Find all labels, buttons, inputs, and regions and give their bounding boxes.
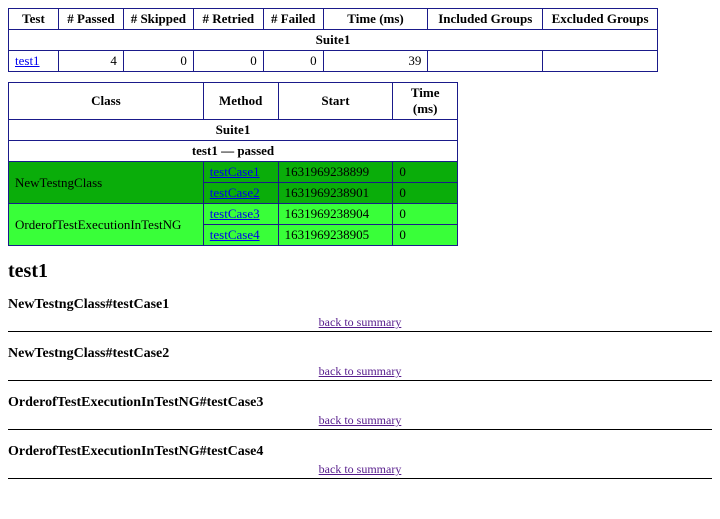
summary-time: 39 — [323, 51, 428, 72]
separator — [8, 429, 712, 430]
cell-start: 1631969238901 — [278, 183, 393, 204]
separator — [8, 478, 712, 479]
back-to-summary-link[interactable]: back to summary — [319, 462, 402, 476]
details-title: test1 — [8, 260, 712, 283]
cell-time: 0 — [393, 204, 458, 225]
col-failed: # Failed — [263, 9, 323, 30]
cell-start: 1631969238899 — [278, 162, 393, 183]
cell-method: testCase3 — [203, 204, 278, 225]
summary-test-link[interactable]: test1 — [15, 53, 40, 68]
case-title: NewTestngClass#testCase2 — [8, 346, 712, 362]
col-time: Time (ms) — [323, 9, 428, 30]
cell-method: testCase1 — [203, 162, 278, 183]
cell-time: 0 — [393, 162, 458, 183]
detail-suite-row: Suite1 — [9, 120, 458, 141]
col-test: Test — [9, 9, 59, 30]
case-title: OrderofTestExecutionInTestNG#testCase3 — [8, 395, 712, 411]
table-row: OrderofTestExecutionInTestNGtestCase3163… — [9, 204, 458, 225]
summary-table: Test # Passed # Skipped # Retried # Fail… — [8, 8, 658, 72]
back-row: back to summary — [8, 364, 712, 379]
cell-start: 1631969238905 — [278, 225, 393, 246]
col-class: Class — [9, 83, 204, 120]
col-included: Included Groups — [428, 9, 543, 30]
detail-suite-label: Suite1 — [9, 120, 458, 141]
back-row: back to summary — [8, 413, 712, 428]
cell-time: 0 — [393, 225, 458, 246]
method-link[interactable]: testCase2 — [210, 185, 260, 200]
cell-class: NewTestngClass — [9, 162, 204, 204]
summary-suite-row: Suite1 — [9, 30, 658, 51]
summary-failed: 0 — [263, 51, 323, 72]
detail-table: Class Method Start Time (ms) Suite1 test… — [8, 82, 458, 246]
col-method: Method — [203, 83, 278, 120]
back-to-summary-link[interactable]: back to summary — [319, 413, 402, 427]
summary-header-row: Test # Passed # Skipped # Retried # Fail… — [9, 9, 658, 30]
cell-start: 1631969238904 — [278, 204, 393, 225]
back-to-summary-link[interactable]: back to summary — [319, 315, 402, 329]
summary-data-row: test1 4 0 0 0 39 — [9, 51, 658, 72]
detail-header-row: Class Method Start Time (ms) — [9, 83, 458, 120]
cell-class: OrderofTestExecutionInTestNG — [9, 204, 204, 246]
cell-time: 0 — [393, 183, 458, 204]
cell-method: testCase4 — [203, 225, 278, 246]
summary-suite-label: Suite1 — [9, 30, 658, 51]
summary-excluded — [543, 51, 658, 72]
detail-status-row: test1 — passed — [9, 141, 458, 162]
summary-included — [428, 51, 543, 72]
col-excluded: Excluded Groups — [543, 9, 658, 30]
back-to-summary-link[interactable]: back to summary — [319, 364, 402, 378]
case-title: NewTestngClass#testCase1 — [8, 297, 712, 313]
separator — [8, 380, 712, 381]
col-skipped: # Skipped — [123, 9, 193, 30]
method-link[interactable]: testCase3 — [210, 206, 260, 221]
summary-retried: 0 — [193, 51, 263, 72]
separator — [8, 331, 712, 332]
case-title: OrderofTestExecutionInTestNG#testCase4 — [8, 444, 712, 460]
detail-status-label: test1 — passed — [9, 141, 458, 162]
col-retried: # Retried — [193, 9, 263, 30]
table-row: NewTestngClasstestCase116319692388990 — [9, 162, 458, 183]
col-passed: # Passed — [58, 9, 123, 30]
col-dtime: Time (ms) — [393, 83, 458, 120]
back-row: back to summary — [8, 462, 712, 477]
summary-passed: 4 — [58, 51, 123, 72]
summary-skipped: 0 — [123, 51, 193, 72]
method-link[interactable]: testCase4 — [210, 227, 260, 242]
col-start: Start — [278, 83, 393, 120]
back-row: back to summary — [8, 315, 712, 330]
cell-method: testCase2 — [203, 183, 278, 204]
method-link[interactable]: testCase1 — [210, 164, 260, 179]
